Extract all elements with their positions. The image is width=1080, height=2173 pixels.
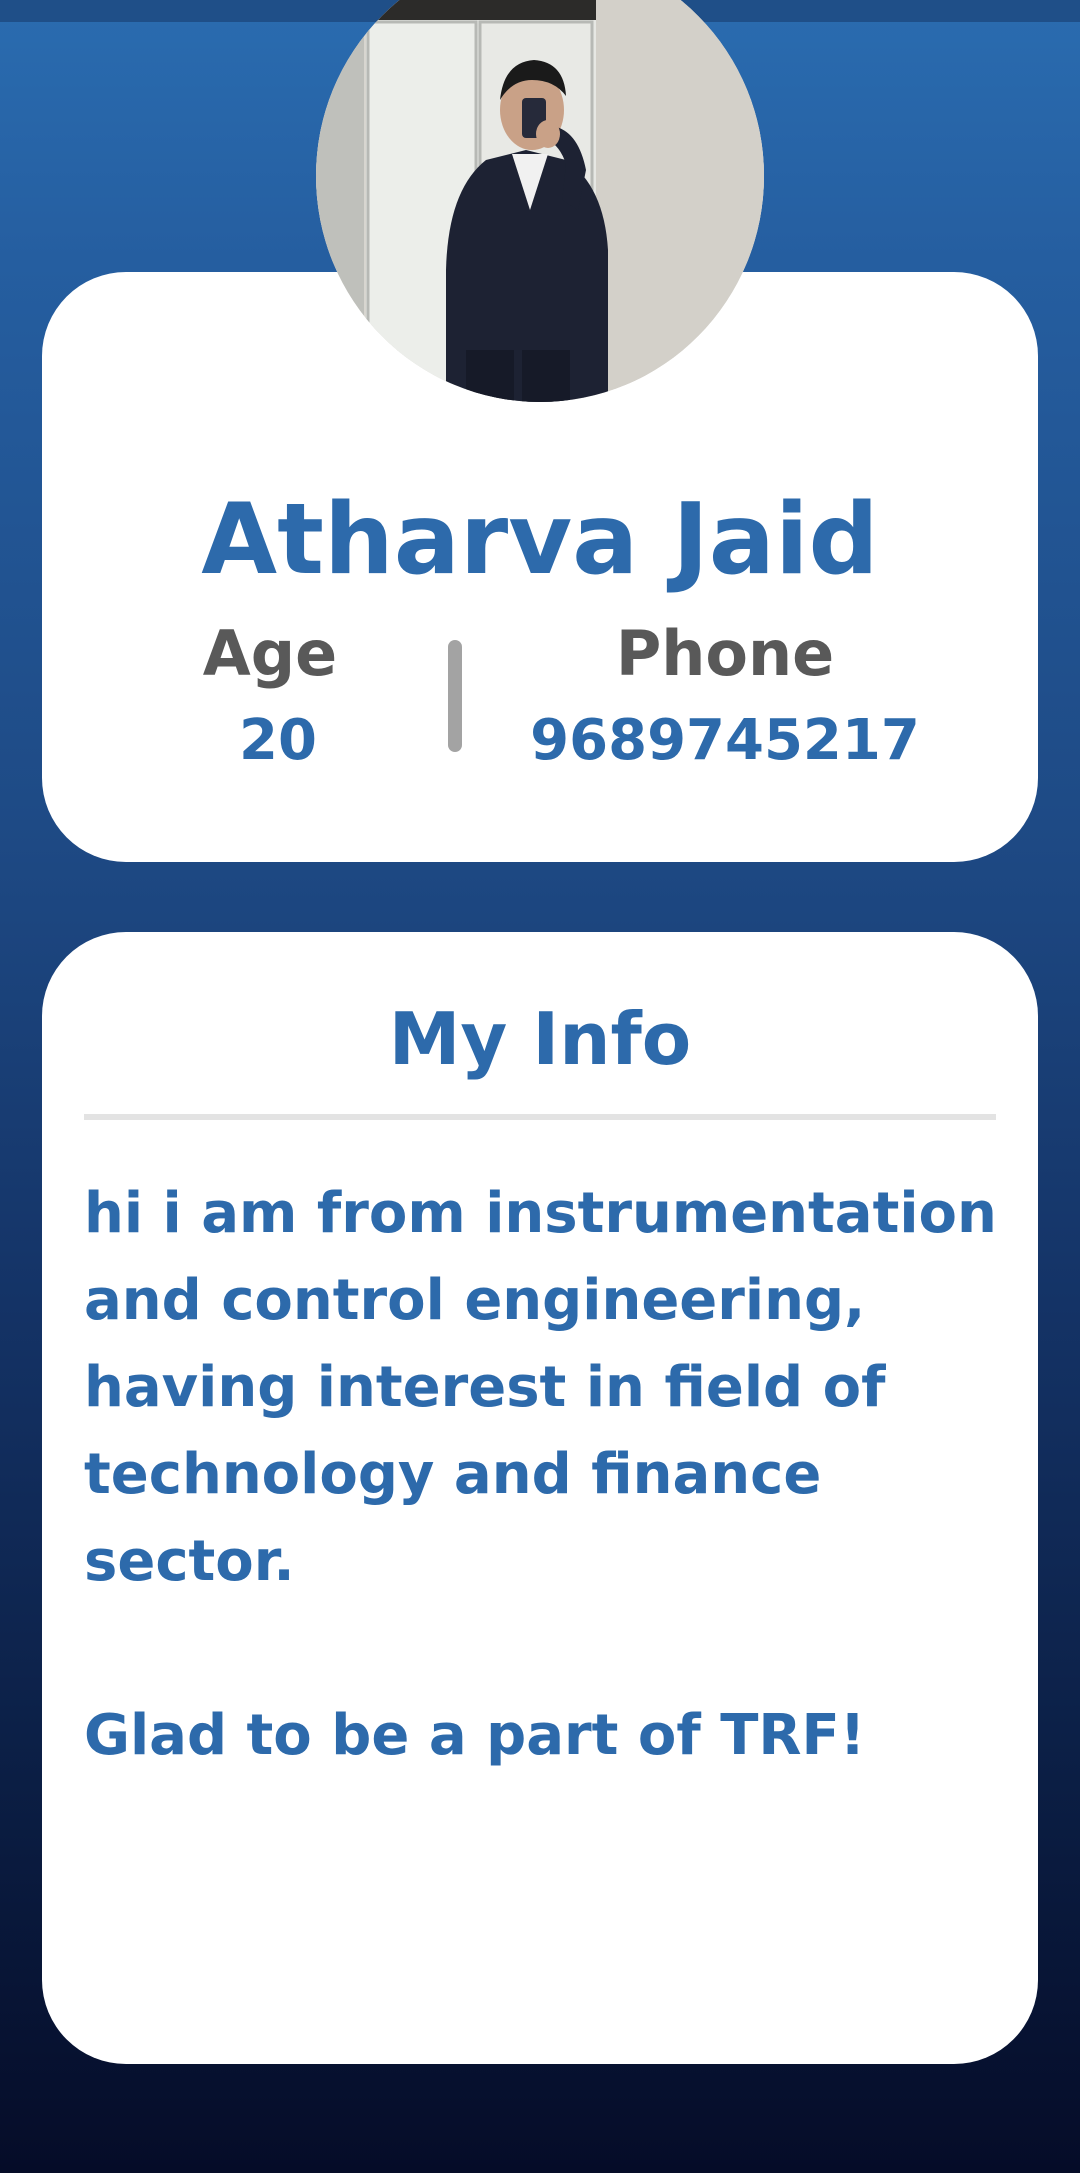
- age-label: Age: [202, 617, 338, 690]
- info-title: My Info: [388, 997, 692, 1081]
- bio-spacer: [84, 1605, 1014, 1692]
- age-value: 20: [239, 708, 317, 773]
- stat-divider: [448, 640, 462, 752]
- phone-value[interactable]: 9689745217: [520, 706, 930, 776]
- bio-text: hi i am from instrumentation and control…: [84, 1170, 1014, 1779]
- bio-line: and control engineering,: [84, 1268, 866, 1333]
- bio-line: hi i am from instrumentation: [84, 1181, 997, 1246]
- bio-line: having interest in field of: [84, 1355, 886, 1420]
- bio-line: technology and finance sector.: [84, 1442, 822, 1594]
- profile-name: Atharva Jaid: [201, 483, 879, 597]
- bio-closing: Glad to be a part of TRF!: [84, 1703, 866, 1768]
- info-divider: [84, 1114, 996, 1120]
- phone-label: Phone: [615, 617, 835, 690]
